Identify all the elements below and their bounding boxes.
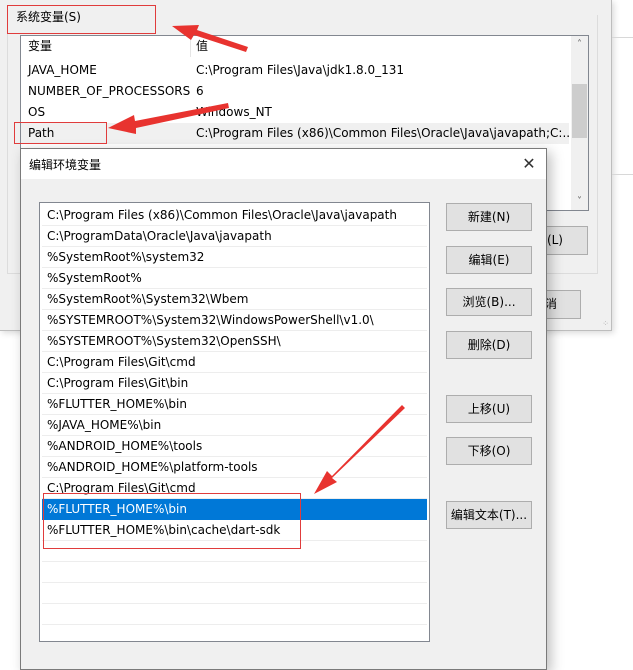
- variable-row-path[interactable]: Path C:\Program Files (x86)\Common Files…: [21, 123, 574, 144]
- close-icon[interactable]: ✕: [516, 151, 542, 177]
- variable-name: JAVA_HOME: [28, 63, 97, 77]
- variable-value: C:\Program Files (x86)\Common Files\Orac…: [196, 126, 574, 140]
- variable-row[interactable]: OS Windows_NT: [21, 102, 569, 123]
- path-list-item[interactable]: %SystemRoot%\system32: [42, 247, 427, 268]
- edit-text-button[interactable]: 编辑文本(T)...: [446, 501, 532, 529]
- path-list-item[interactable]: C:\Program Files\Git\cmd: [42, 352, 427, 373]
- column-header-variable[interactable]: 变量: [28, 36, 52, 57]
- path-list-item[interactable]: [42, 562, 427, 583]
- path-list-item[interactable]: %JAVA_HOME%\bin: [42, 415, 427, 436]
- path-list-item[interactable]: %FLUTTER_HOME%\bin\cache\dart-sdk: [42, 520, 427, 541]
- column-header-value[interactable]: 值: [196, 36, 208, 57]
- path-list-item[interactable]: %SYSTEMROOT%\System32\WindowsPowerShell\…: [42, 310, 427, 331]
- resize-grip-icon[interactable]: ⁘: [602, 319, 609, 328]
- path-list-item[interactable]: %SystemRoot%: [42, 268, 427, 289]
- variable-name: Path: [28, 126, 55, 140]
- path-list-item[interactable]: [42, 625, 427, 641]
- path-list-item[interactable]: [42, 583, 427, 604]
- path-list-item[interactable]: %FLUTTER_HOME%\bin: [42, 394, 427, 415]
- path-list-item[interactable]: C:\ProgramData\Oracle\Java\javapath: [42, 226, 427, 247]
- edit-environment-variable-dialog: 编辑环境变量 ✕ C:\Program Files (x86)\Common F…: [20, 148, 547, 670]
- title-bar[interactable]: 编辑环境变量 ✕: [21, 149, 546, 179]
- dialog-title: 编辑环境变量: [29, 158, 102, 172]
- divider: [612, 174, 633, 175]
- column-separator[interactable]: [190, 36, 191, 57]
- edit-button[interactable]: 编辑(E): [446, 246, 532, 274]
- variable-value: 6: [196, 84, 204, 98]
- variable-row[interactable]: JAVA_HOME C:\Program Files\Java\jdk1.8.0…: [21, 60, 569, 81]
- variable-name: NUMBER_OF_PROCESSORS: [28, 84, 191, 98]
- path-list-item[interactable]: C:\Program Files\Git\cmd: [42, 478, 427, 499]
- variable-value: Windows_NT: [196, 105, 272, 119]
- path-list-item[interactable]: %SYSTEMROOT%\System32\OpenSSH\: [42, 331, 427, 352]
- delete-button[interactable]: 删除(D): [446, 331, 532, 359]
- path-list-item[interactable]: C:\Program Files\Git\bin: [42, 373, 427, 394]
- path-list-item[interactable]: %SystemRoot%\System32\Wbem: [42, 289, 427, 310]
- chevron-down-icon[interactable]: ˅: [571, 193, 588, 210]
- path-list-item[interactable]: %ANDROID_HOME%\platform-tools: [42, 457, 427, 478]
- vertical-scrollbar[interactable]: ˄ ˅: [571, 36, 588, 210]
- variable-name: OS: [28, 105, 46, 119]
- path-list-item[interactable]: C:\Program Files (x86)\Common Files\Orac…: [42, 205, 427, 226]
- move-down-button[interactable]: 下移(O): [446, 437, 532, 465]
- variable-value: C:\Program Files\Java\jdk1.8.0_131: [196, 63, 405, 77]
- scrollbar-thumb[interactable]: [572, 84, 587, 138]
- browse-button[interactable]: 浏览(B)...: [446, 288, 532, 316]
- path-list-item[interactable]: [42, 541, 427, 562]
- divider: [612, 37, 633, 38]
- variable-row[interactable]: NUMBER_OF_PROCESSORS 6: [21, 81, 569, 102]
- path-list-item[interactable]: [42, 604, 427, 625]
- system-variables-label: 系统变量(S): [16, 10, 81, 24]
- new-button[interactable]: 新建(N): [446, 203, 532, 231]
- move-up-button[interactable]: 上移(U): [446, 395, 532, 423]
- path-list[interactable]: C:\Program Files (x86)\Common Files\Orac…: [39, 202, 430, 642]
- path-list-item[interactable]: %FLUTTER_HOME%\bin: [42, 499, 427, 520]
- chevron-up-icon[interactable]: ˄: [571, 36, 588, 53]
- path-list-item[interactable]: %ANDROID_HOME%\tools: [42, 436, 427, 457]
- list-header: 变量 值: [21, 36, 569, 57]
